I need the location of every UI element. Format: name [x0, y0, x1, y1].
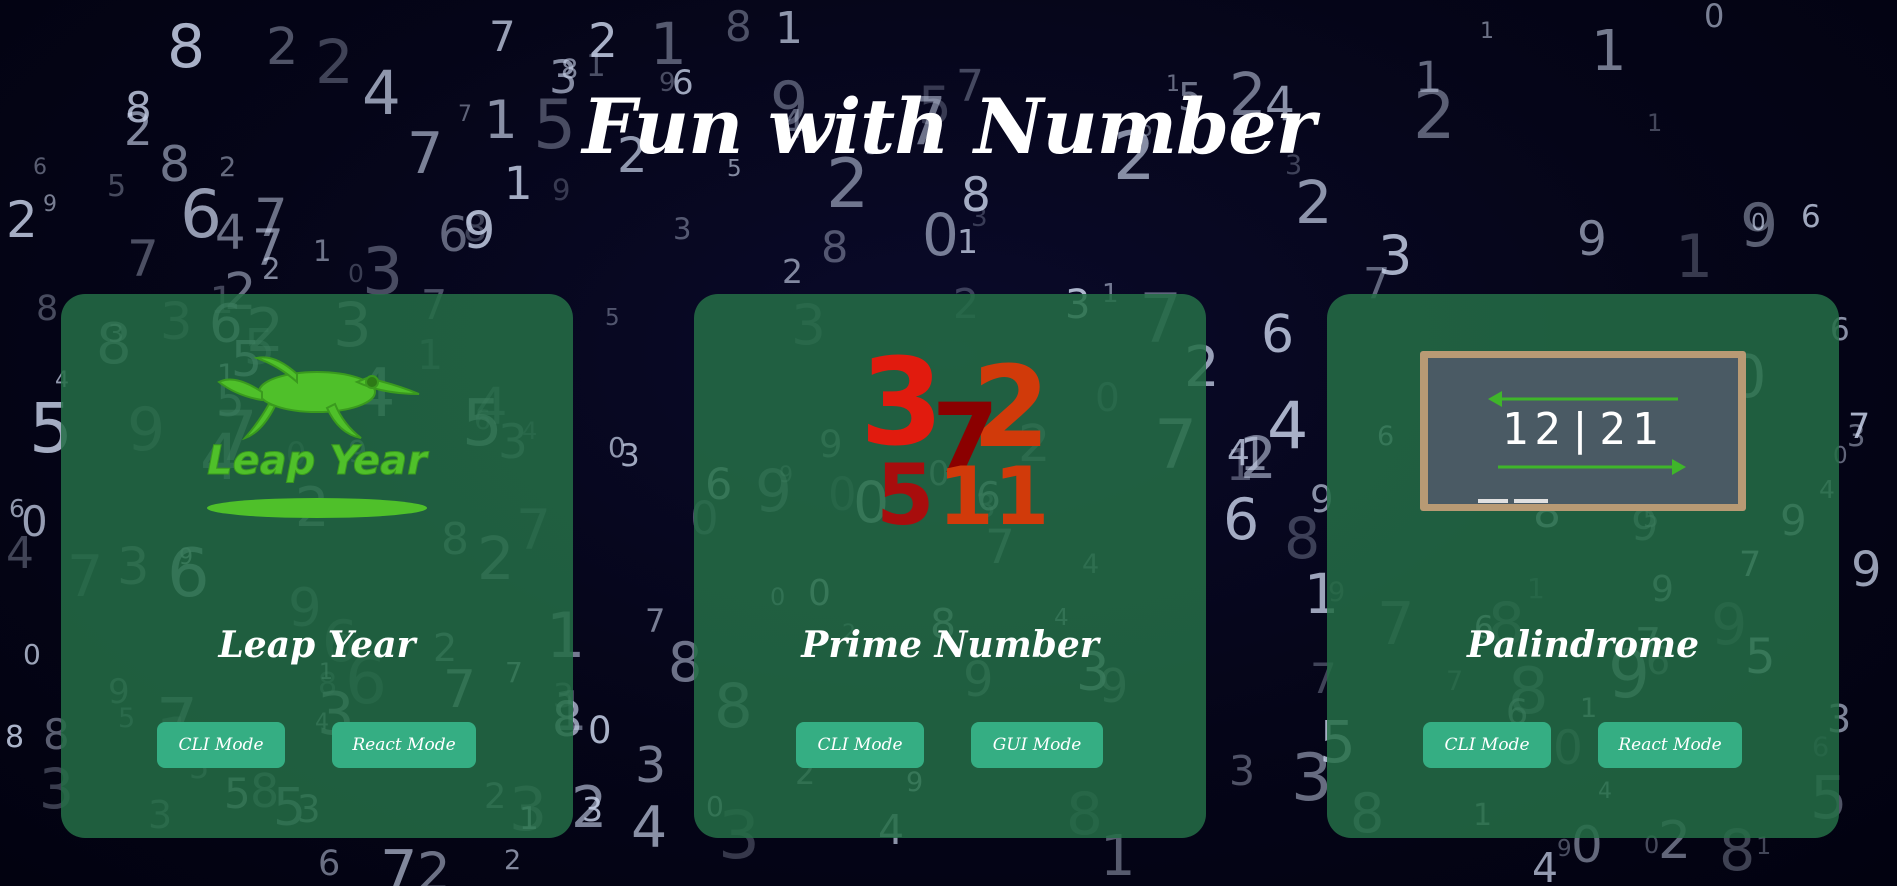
background-digit: 7	[380, 837, 418, 886]
leap-year-image-text: Leap Year	[207, 438, 429, 484]
background-digit: 0	[1704, 0, 1725, 35]
background-digit: 0	[1751, 210, 1766, 236]
background-digit: 3	[1229, 747, 1256, 795]
background-digit: 9	[1557, 836, 1572, 862]
palindrome-image-text: 12|21	[1502, 404, 1664, 455]
background-digit: 5	[107, 169, 127, 204]
background-digit: 0	[588, 709, 612, 752]
prime-numbers-icon: 3 2 7 5 11	[860, 334, 1050, 534]
background-digit: 0	[21, 497, 48, 546]
background-digit: 1	[957, 222, 978, 261]
card-title-prime-number: Prime Number	[801, 624, 1099, 666]
background-digit: 5	[605, 305, 620, 331]
background-digit: 0	[23, 638, 41, 671]
card-title-palindrome: Palindrome	[1466, 624, 1700, 666]
background-digit: 1	[313, 234, 332, 268]
background-digit: 8	[167, 12, 206, 82]
background-digit: 1	[650, 10, 687, 78]
background-digit: 2	[417, 842, 451, 886]
prime-number-gui-button[interactable]: GUI Mode	[971, 722, 1103, 768]
background-digit: 9	[552, 173, 571, 207]
prime-digit-5: 5	[876, 446, 934, 534]
background-digit: 6	[1223, 487, 1260, 553]
background-digit: 3	[635, 737, 667, 794]
background-digit: 6	[318, 844, 341, 884]
background-digit: 3	[1847, 419, 1866, 453]
background-digit: 4	[631, 795, 668, 861]
card-prime-number: 3 2 7 5 11 Prime Number CLI Mode GUI Mod…	[694, 294, 1206, 838]
background-digit: 8	[725, 2, 752, 51]
background-digit: 7	[645, 602, 666, 640]
background-digit: 1	[775, 3, 803, 54]
card-title-leap-year: Leap Year	[218, 624, 416, 666]
background-digit: 0	[922, 201, 959, 269]
background-digit: 9	[43, 192, 57, 217]
card-leap-year: Leap Year Leap Year CLI Mode React Mode	[61, 294, 573, 838]
card-palindrome: 12|21 Palindrome CLI Mode React Mode	[1327, 294, 1839, 838]
background-digit: 7	[489, 12, 516, 61]
background-digit: 9	[1577, 212, 1607, 267]
background-digit: 3	[673, 212, 692, 246]
leap-year-image: Leap Year	[61, 334, 573, 534]
background-digit: 2	[782, 252, 803, 291]
background-digit: 8	[36, 289, 59, 329]
background-digit: 2	[504, 845, 522, 876]
palindrome-cli-button[interactable]: CLI Mode	[1423, 722, 1551, 768]
prime-digit-11: 11	[938, 450, 1049, 534]
background-digit: 1	[1240, 428, 1269, 481]
background-digit: 1	[586, 48, 606, 84]
prime-number-image: 3 2 7 5 11	[694, 334, 1206, 534]
background-digit: 7	[127, 230, 159, 288]
chalkboard-icon: 12|21	[1420, 351, 1746, 511]
background-digit: 1	[1675, 222, 1714, 292]
background-digit: 6	[438, 207, 469, 263]
background-digit: 6	[1801, 199, 1821, 235]
background-digit: 7	[252, 219, 284, 277]
background-digit: 9	[1851, 542, 1882, 598]
background-digit: 2	[1295, 168, 1333, 237]
page-title: Fun with Number	[582, 82, 1315, 171]
prime-number-cli-button[interactable]: CLI Mode	[796, 722, 924, 768]
background-digit: 8	[5, 720, 25, 755]
frog-icon: Leap Year	[207, 356, 430, 518]
background-digit: 6	[1261, 305, 1295, 365]
background-digit: 1	[1591, 19, 1627, 84]
background-digit: 8	[821, 223, 849, 273]
background-digit: 3	[582, 790, 603, 829]
background-digit: 3	[620, 438, 640, 474]
background-digit: 8	[961, 168, 991, 223]
leap-year-react-button[interactable]: React Mode	[332, 722, 476, 768]
palindrome-react-button[interactable]: React Mode	[1598, 722, 1742, 768]
background-digit: 2	[6, 191, 38, 249]
palindrome-image: 12|21	[1327, 334, 1839, 534]
background-digit: 4	[1532, 844, 1559, 886]
background-digit: 2	[266, 18, 299, 77]
leap-year-cli-button[interactable]: CLI Mode	[157, 722, 285, 768]
background-digit: 6	[180, 176, 222, 253]
background-digit: 1	[1480, 19, 1494, 44]
